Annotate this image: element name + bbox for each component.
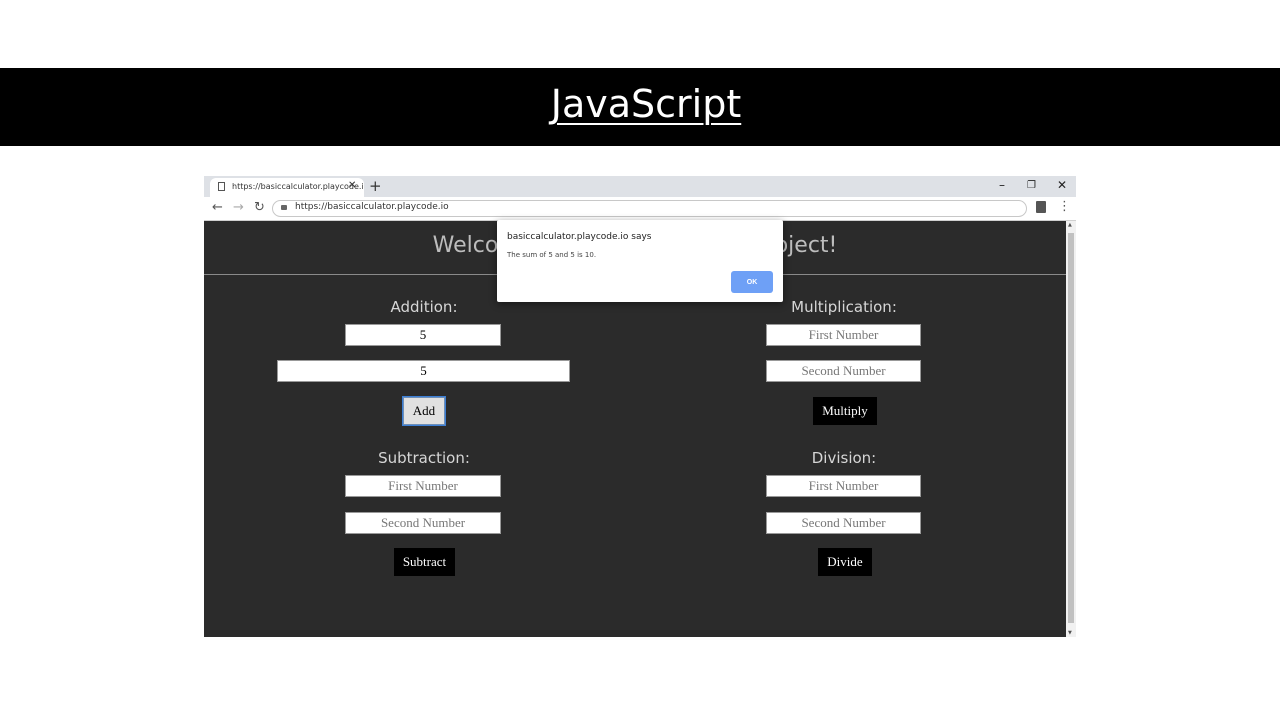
division-second-input[interactable] [766, 512, 921, 534]
multiplication-first-input[interactable] [766, 324, 921, 346]
divide-button[interactable]: Divide [818, 548, 872, 576]
dialog-message: The sum of 5 and 5 is 10. [507, 251, 597, 259]
subtraction-label: Subtraction: [378, 449, 470, 467]
lock-icon [281, 205, 287, 210]
vertical-scrollbar[interactable]: ▲ ▼ [1066, 221, 1076, 637]
browser-toolbar: ← → ↻ https://basiccalculator.playcode.i… [204, 197, 1076, 221]
scroll-thumb[interactable] [1068, 233, 1074, 623]
dialog-ok-button[interactable]: OK [731, 271, 773, 293]
tab-strip: https://basiccalculator.playcode.i ✕ + –… [204, 176, 1076, 197]
address-bar[interactable]: https://basiccalculator.playcode.io [272, 200, 1027, 217]
division-first-input[interactable] [766, 475, 921, 497]
addition-second-input[interactable] [277, 360, 570, 382]
minimize-icon[interactable]: – [999, 178, 1005, 192]
division-label: Division: [811, 449, 877, 467]
url-text: https://basiccalculator.playcode.io [295, 202, 449, 212]
back-arrow-icon[interactable]: ← [212, 200, 223, 215]
tab-title: https://basiccalculator.playcode.i [232, 182, 364, 191]
browser-tab[interactable]: https://basiccalculator.playcode.i ✕ [210, 178, 364, 197]
restore-icon[interactable]: ❐ [1027, 180, 1036, 191]
alert-dialog: basiccalculator.playcode.io says The sum… [497, 220, 783, 302]
dialog-title: basiccalculator.playcode.io says [507, 232, 652, 242]
reload-icon[interactable]: ↻ [254, 200, 265, 215]
multiply-button[interactable]: Multiply [813, 397, 877, 425]
scroll-up-icon[interactable]: ▲ [1068, 222, 1072, 228]
forward-arrow-icon[interactable]: → [233, 200, 244, 215]
page-icon [218, 182, 225, 191]
subtract-button[interactable]: Subtract [394, 548, 455, 576]
add-button[interactable]: Add [402, 396, 446, 426]
close-window-icon[interactable]: ✕ [1057, 178, 1067, 192]
scroll-down-icon[interactable]: ▼ [1068, 630, 1072, 636]
extension-icon[interactable] [1036, 201, 1046, 213]
subtraction-first-input[interactable] [345, 475, 501, 497]
new-tab-icon[interactable]: + [369, 177, 382, 195]
subtraction-second-input[interactable] [345, 512, 501, 534]
tab-close-icon[interactable]: ✕ [348, 180, 356, 191]
kebab-menu-icon[interactable]: ⋮ [1058, 199, 1071, 214]
slide-title: JavaScript [550, 82, 742, 126]
multiplication-second-input[interactable] [766, 360, 921, 382]
addition-first-input[interactable] [345, 324, 501, 346]
